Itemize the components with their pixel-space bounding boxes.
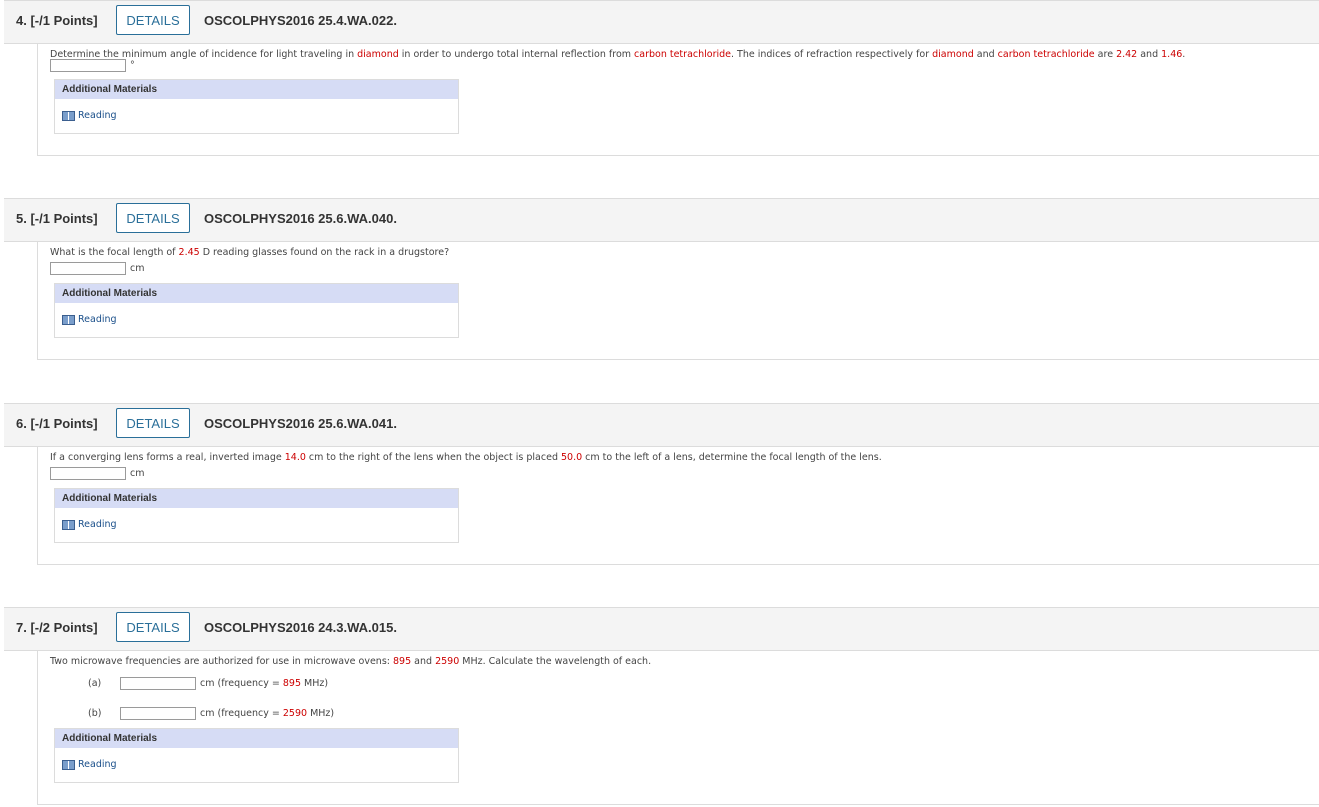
- details-button[interactable]: DETAILS: [116, 203, 190, 233]
- question-header: 7. [-/2 Points] DETAILS OSCOLPHYS2016 24…: [4, 607, 1319, 651]
- reading-link[interactable]: Reading: [62, 110, 117, 121]
- question-body: Determine the minimum angle of incidence…: [37, 44, 1319, 156]
- question-body: Two microwave frequencies are authorized…: [37, 651, 1319, 805]
- book-icon: [62, 314, 75, 325]
- question-number: 5. [-/1 Points]: [16, 211, 98, 226]
- answer-input[interactable]: [50, 262, 126, 275]
- part-label: (b): [88, 708, 102, 719]
- question-code: OSCOLPHYS2016 25.6.WA.041.: [204, 416, 397, 431]
- answer-row-b: (b) cm (frequency = 2590 MHz): [50, 707, 334, 720]
- question-body: If a converging lens forms a real, inver…: [37, 447, 1319, 565]
- reading-label: Reading: [78, 759, 117, 770]
- question-header: 4. [-/1 Points] DETAILS OSCOLPHYS2016 25…: [4, 0, 1319, 44]
- question-text: Two microwave frequencies are authorized…: [50, 656, 652, 667]
- question-text: Determine the minimum angle of incidence…: [50, 49, 1186, 60]
- answer-row-a: (a) cm (frequency = 895 MHz): [50, 677, 328, 690]
- question-code: OSCOLPHYS2016 24.3.WA.015.: [204, 620, 397, 635]
- answer-input[interactable]: [50, 467, 126, 480]
- additional-materials: Additional Materials Reading: [54, 283, 459, 338]
- reading-label: Reading: [78, 519, 117, 530]
- additional-materials: Additional Materials Reading: [54, 728, 459, 783]
- book-icon: [62, 759, 75, 770]
- unit-label: cm: [130, 468, 145, 479]
- question-code: OSCOLPHYS2016 25.6.WA.040.: [204, 211, 397, 226]
- answer-row: cm: [50, 467, 144, 480]
- reading-label: Reading: [78, 110, 117, 121]
- question-header: 5. [-/1 Points] DETAILS OSCOLPHYS2016 25…: [4, 198, 1319, 242]
- question-number: 4. [-/1 Points]: [16, 13, 98, 28]
- additional-materials: Additional Materials Reading: [54, 488, 459, 543]
- details-button[interactable]: DETAILS: [116, 408, 190, 438]
- part-label: (a): [88, 678, 102, 689]
- answer-input-b[interactable]: [120, 707, 196, 720]
- book-icon: [62, 110, 75, 121]
- answer-input[interactable]: [50, 59, 126, 72]
- reading-link[interactable]: Reading: [62, 759, 117, 770]
- unit-label: cm: [130, 263, 145, 274]
- reading-link[interactable]: Reading: [62, 314, 117, 325]
- materials-title: Additional Materials: [55, 80, 458, 99]
- details-button[interactable]: DETAILS: [116, 5, 190, 35]
- reading-label: Reading: [78, 314, 117, 325]
- question-text: If a converging lens forms a real, inver…: [50, 452, 882, 463]
- materials-title: Additional Materials: [55, 729, 458, 748]
- additional-materials: Additional Materials Reading: [54, 79, 459, 134]
- question-body: What is the focal length of 2.45 D readi…: [37, 242, 1319, 360]
- part-unit: cm (frequency = 895 MHz): [200, 678, 329, 689]
- answer-row: cm: [50, 262, 144, 275]
- details-button[interactable]: DETAILS: [116, 612, 190, 642]
- materials-title: Additional Materials: [55, 284, 458, 303]
- materials-title: Additional Materials: [55, 489, 458, 508]
- reading-link[interactable]: Reading: [62, 519, 117, 530]
- unit-label: °: [130, 60, 135, 71]
- question-number: 6. [-/1 Points]: [16, 416, 98, 431]
- question-code: OSCOLPHYS2016 25.4.WA.022.: [204, 13, 397, 28]
- answer-row: °: [50, 59, 135, 72]
- book-icon: [62, 519, 75, 530]
- question-text: What is the focal length of 2.45 D readi…: [50, 247, 450, 258]
- part-unit: cm (frequency = 2590 MHz): [200, 708, 335, 719]
- question-header: 6. [-/1 Points] DETAILS OSCOLPHYS2016 25…: [4, 403, 1319, 447]
- answer-input-a[interactable]: [120, 677, 196, 690]
- question-number: 7. [-/2 Points]: [16, 620, 98, 635]
